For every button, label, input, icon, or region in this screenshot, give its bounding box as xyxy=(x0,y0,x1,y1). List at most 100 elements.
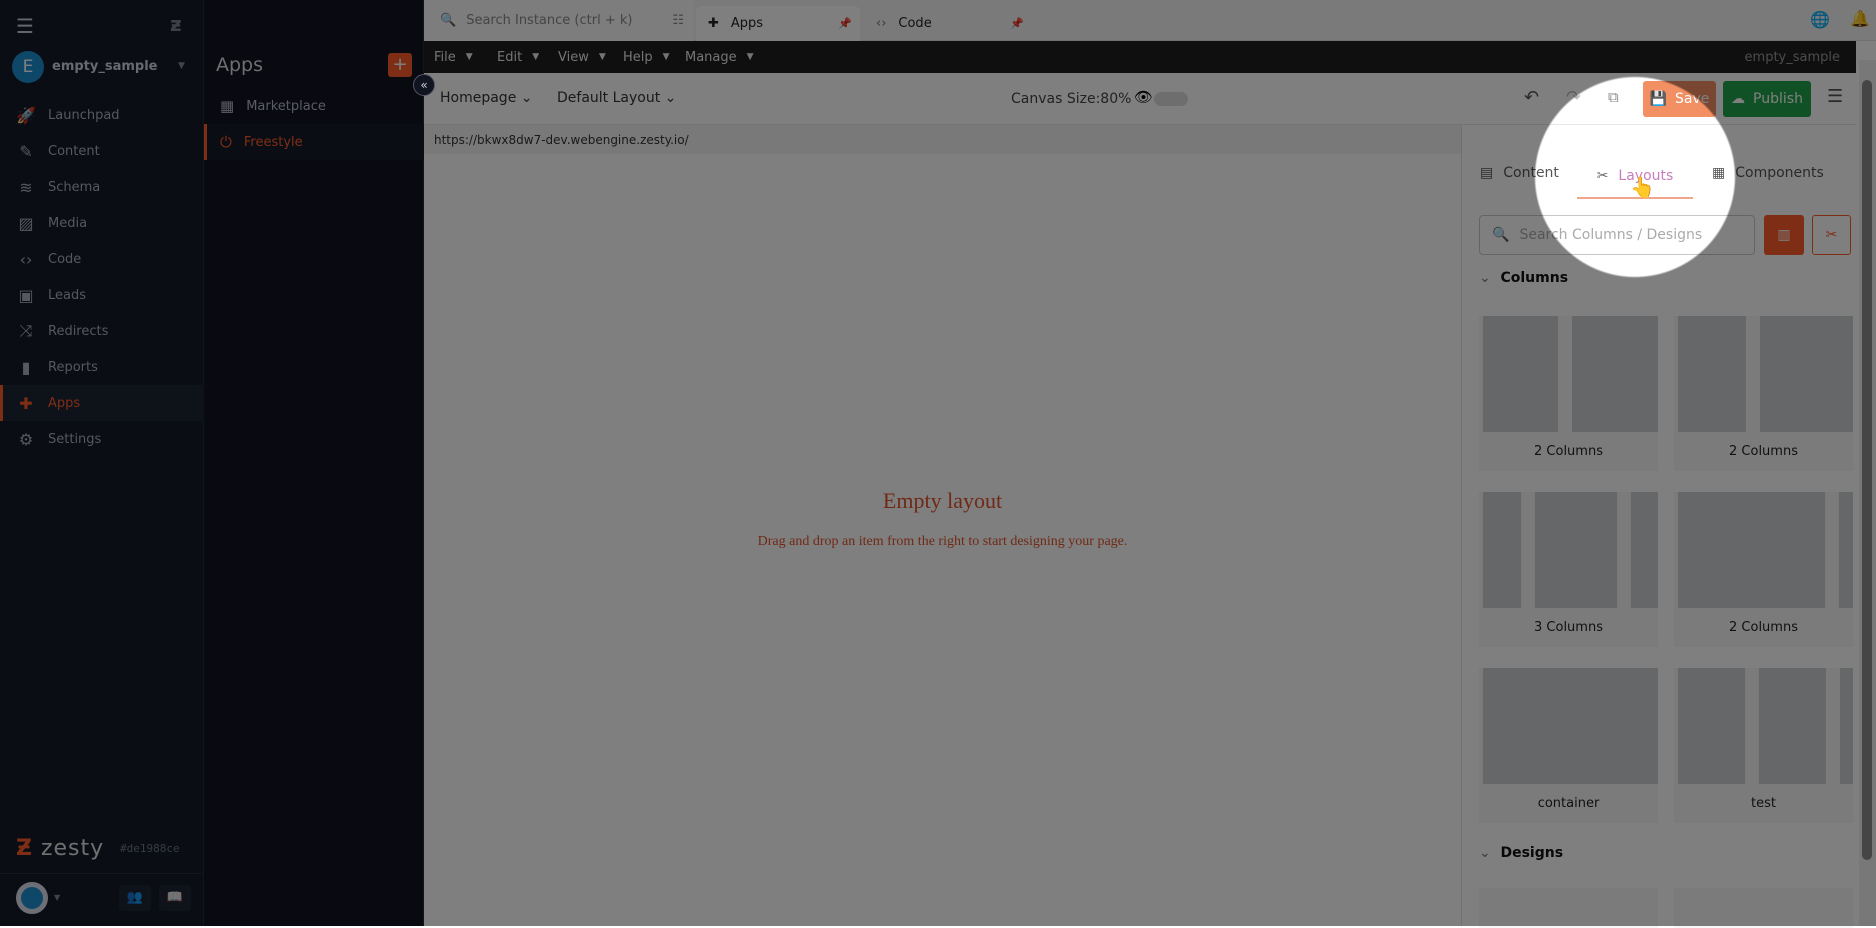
sidebar-item-label: Launchpad xyxy=(48,107,120,123)
publish-button[interactable]: ☁ Publish xyxy=(1723,81,1811,117)
instance-label: empty_sample xyxy=(1744,49,1840,65)
designs-section-header[interactable]: ⌄ Designs xyxy=(1479,845,1563,861)
gear-icon: ⚙ xyxy=(18,429,34,449)
column-block xyxy=(1483,316,1558,432)
design-card[interactable] xyxy=(1479,888,1658,928)
user-avatar[interactable] xyxy=(16,882,48,914)
sidebar-item-reports[interactable]: ▮ Reports xyxy=(0,349,204,385)
more-menu-icon[interactable]: ☰ xyxy=(1827,86,1843,107)
sidebar-item-label: Content xyxy=(48,143,100,159)
sidebar-item-launchpad[interactable]: 🚀 Launchpad xyxy=(0,97,204,133)
layout-card[interactable]: 2 Columns xyxy=(1674,316,1853,471)
sidebar-item-label: Settings xyxy=(48,431,102,447)
apps-item-marketplace[interactable]: ▦ Marketplace xyxy=(204,88,424,124)
sidebar-item-label: Leads xyxy=(48,287,87,303)
menu-file[interactable]: File ▼ xyxy=(434,41,473,73)
eye-icon[interactable]: 👁 xyxy=(1134,88,1153,106)
apps-item-freestyle[interactable]: ⏻ Freestyle xyxy=(204,124,424,160)
designs-filter-button[interactable]: ✂ xyxy=(1812,215,1851,255)
editor-toolbar: Homepage ⌄ Default Layout ⌄ Canvas Size:… xyxy=(424,73,1856,125)
column-block xyxy=(1839,492,1853,608)
commit-hash[interactable]: #de1988ce xyxy=(120,842,180,855)
save-button[interactable]: 💾 Save xyxy=(1643,81,1716,117)
docs-book-icon[interactable]: 📖 xyxy=(159,885,191,911)
sidebar-item-leads[interactable]: ▣ Leads xyxy=(0,277,204,313)
layout-select[interactable]: Default Layout ⌄ xyxy=(557,90,676,106)
tab-label: Content xyxy=(1503,165,1559,181)
caret-down-icon: ▼ xyxy=(532,52,540,62)
scrollbar[interactable] xyxy=(1859,60,1876,926)
tab-apps[interactable]: ✚ Apps 📌 xyxy=(696,6,860,41)
filter-icon[interactable]: ☷ xyxy=(672,13,684,28)
instance-avatar[interactable]: E xyxy=(12,51,44,83)
sidebar-item-apps[interactable]: ✚ Apps xyxy=(0,385,204,421)
design-card[interactable] xyxy=(1674,888,1853,928)
pin-icon[interactable]: 📌 xyxy=(1010,17,1024,30)
layout-card[interactable]: 2 Columns xyxy=(1479,316,1658,471)
puzzle-icon: ✚ xyxy=(708,16,719,31)
column-block xyxy=(1759,668,1826,784)
search-instance-input[interactable]: 🔍 Search Instance (ctrl + k) ☷ xyxy=(424,0,694,41)
columns-filter-button[interactable]: ▥ xyxy=(1764,215,1804,255)
sidebar-item-label: Reports xyxy=(48,359,98,375)
layout-card[interactable]: test xyxy=(1674,668,1853,823)
undo-icon[interactable]: ↶ xyxy=(1524,87,1539,108)
user-dropdown-icon[interactable]: ▼ xyxy=(54,893,60,902)
chevron-down-icon: ⌄ xyxy=(664,90,677,106)
collapse-panel-button[interactable]: « xyxy=(413,74,435,96)
layout-card-label: test xyxy=(1751,796,1776,811)
sidebar-item-content[interactable]: ✎ Content xyxy=(0,133,204,169)
search-icon: 🔍 xyxy=(440,13,457,28)
page-select[interactable]: Homepage ⌄ xyxy=(440,90,533,106)
columns-section-header[interactable]: ⌄ Columns xyxy=(1479,270,1568,286)
preview-toggle[interactable] xyxy=(1154,92,1188,106)
search-columns-input[interactable]: 🔍 Search Columns / Designs xyxy=(1479,215,1755,255)
scrollbar-thumb[interactable] xyxy=(1862,80,1872,860)
invite-user-icon[interactable]: 👥 xyxy=(119,885,151,911)
layout-card[interactable]: 2 Columns xyxy=(1674,492,1853,647)
sidebar-item-media[interactable]: ▨ Media xyxy=(0,205,204,241)
apps-panel-title: Apps xyxy=(216,54,264,76)
bell-icon[interactable]: 🔔 xyxy=(1850,9,1870,28)
search-icon: 🔍 xyxy=(1492,227,1510,243)
layout-card[interactable]: container xyxy=(1479,668,1658,823)
menu-edit[interactable]: Edit ▼ xyxy=(497,41,539,73)
layout-card-label: 2 Columns xyxy=(1534,444,1603,459)
menu-view[interactable]: View ▼ xyxy=(558,41,606,73)
menu-help[interactable]: Help ▼ xyxy=(623,41,670,73)
layout-card-label: container xyxy=(1537,796,1600,811)
layout-card[interactable]: 3 Columns xyxy=(1479,492,1658,647)
redo-icon[interactable]: ↷ xyxy=(1566,87,1581,108)
tab-code[interactable]: ‹› Code 📌 xyxy=(868,6,1032,41)
sidebar-item-schema[interactable]: ≋ Schema xyxy=(0,169,204,205)
preview-icon[interactable]: ⧉ xyxy=(1608,88,1619,106)
tab-components[interactable]: ▦ Components xyxy=(1712,165,1824,181)
layout-card-label: 2 Columns xyxy=(1729,620,1798,635)
hamburger-menu-icon[interactable]: ☰ xyxy=(16,14,34,38)
url-bar[interactable]: https://bkwx8dw7-dev.webengine.zesty.io/ xyxy=(424,125,1461,154)
pin-icon[interactable]: 📌 xyxy=(838,17,852,30)
publish-label: Publish xyxy=(1753,91,1803,107)
globe-icon[interactable]: 🌐 xyxy=(1810,10,1830,29)
image-icon: ▨ xyxy=(18,213,34,233)
sidebar-item-label: Code xyxy=(48,251,82,267)
column-block xyxy=(1572,316,1658,432)
puzzle-icon: ✚ xyxy=(19,393,33,413)
caret-down-icon: ▼ xyxy=(598,52,606,62)
instance-dropdown-icon[interactable]: ▼ xyxy=(178,61,185,71)
tab-label: Apps xyxy=(730,16,764,31)
save-icon: 💾 xyxy=(1649,91,1668,107)
sidebar-item-redirects[interactable]: ⤨ Redirects xyxy=(0,313,204,349)
tab-content[interactable]: ▤ Content xyxy=(1480,165,1559,181)
column-block xyxy=(1678,492,1825,608)
sidebar-item-settings[interactable]: ⚙ Settings xyxy=(0,421,204,457)
layout-card-label: 2 Columns xyxy=(1729,444,1798,459)
menu-manage[interactable]: Manage ▼ xyxy=(685,41,754,73)
canvas-size-label: Canvas Size:80% xyxy=(1011,91,1132,107)
instance-name[interactable]: empty_sample xyxy=(52,59,158,74)
layout-canvas[interactable]: Empty layout Drag and drop an item from … xyxy=(424,154,1461,926)
page-select-label: Homepage xyxy=(440,90,517,106)
caret-down-icon: ▼ xyxy=(465,52,473,62)
sidebar-item-code[interactable]: ‹› Code xyxy=(0,241,204,277)
add-app-button[interactable]: + xyxy=(388,53,412,77)
